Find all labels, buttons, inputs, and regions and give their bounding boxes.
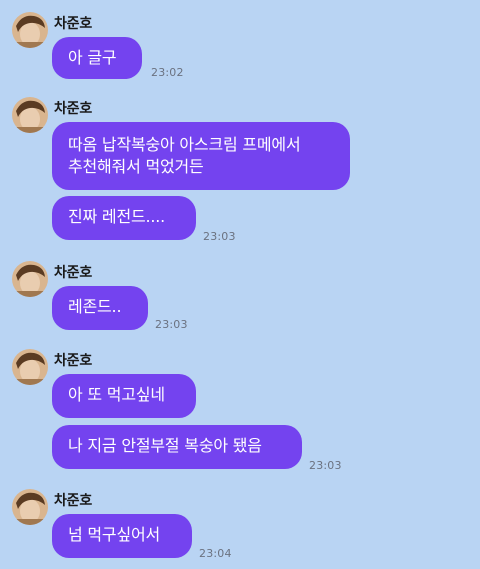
message-time: 23:03 bbox=[309, 459, 342, 472]
sender-name: 차준호 bbox=[54, 493, 93, 509]
message-bubble[interactable]: 넘 먹구싶어서 bbox=[52, 514, 192, 558]
message-time: 23:03 bbox=[203, 230, 236, 243]
avatar[interactable] bbox=[12, 12, 48, 48]
message-time: 23:04 bbox=[199, 547, 232, 560]
sender-name: 차준호 bbox=[54, 265, 93, 281]
avatar[interactable] bbox=[12, 349, 48, 385]
message-bubble[interactable]: 아 글구 bbox=[52, 37, 142, 79]
avatar[interactable] bbox=[12, 261, 48, 297]
message-bubble[interactable]: 진짜 레전드.... bbox=[52, 196, 196, 240]
avatar[interactable] bbox=[12, 97, 48, 133]
sender-name: 차준호 bbox=[54, 101, 93, 117]
avatar[interactable] bbox=[12, 489, 48, 525]
message-bubble[interactable]: 따옴 납작복숭아 아스크림 프메에서 추천해줘서 먹었거든 bbox=[52, 122, 350, 190]
message-time: 23:02 bbox=[151, 66, 184, 79]
sender-name: 차준호 bbox=[54, 353, 93, 369]
message-bubble[interactable]: 아 또 먹고싶네 bbox=[52, 374, 196, 418]
message-bubble[interactable]: 나 지금 안절부절 복숭아 됐음 bbox=[52, 425, 302, 469]
message-bubble[interactable]: 레존드.. bbox=[52, 286, 148, 330]
message-time: 23:03 bbox=[155, 318, 188, 331]
sender-name: 차준호 bbox=[54, 16, 93, 32]
